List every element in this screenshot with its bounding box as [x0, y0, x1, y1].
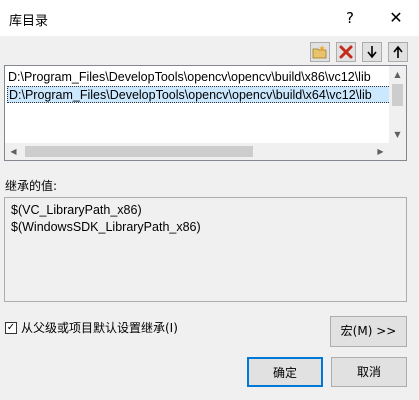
- move-down-button[interactable]: [362, 42, 382, 62]
- check-mark-icon: ✓: [6, 321, 16, 333]
- directory-list[interactable]: D:\Program_Files\DevelopTools\opencv\ope…: [4, 65, 407, 161]
- move-up-button[interactable]: [388, 42, 408, 62]
- inherit-checkbox-label[interactable]: 从父级或项目默认设置继承(I): [21, 319, 178, 336]
- close-button[interactable]: ✕: [383, 6, 409, 30]
- inherited-value: $(WindowsSDK_LibraryPath_x86): [11, 220, 201, 234]
- inherit-option[interactable]: ✓ 从父级或项目默认设置继承(I): [5, 319, 178, 336]
- scroll-up-icon[interactable]: ▲: [389, 66, 406, 83]
- ok-button[interactable]: 确定: [247, 357, 323, 387]
- scroll-left-icon[interactable]: ◀: [5, 143, 22, 160]
- horizontal-scrollbar[interactable]: ◀ ▶: [5, 143, 389, 160]
- vertical-scroll-thumb[interactable]: [392, 84, 403, 106]
- list-item[interactable]: D:\Program_Files\DevelopTools\opencv\ope…: [8, 69, 371, 86]
- window-title: 库目录: [9, 14, 49, 29]
- inherit-checkbox[interactable]: ✓: [5, 321, 17, 334]
- help-button[interactable]: ?: [338, 6, 362, 30]
- arrow-down-icon: [367, 46, 377, 59]
- list-item-selected[interactable]: D:\Program_Files\DevelopTools\opencv\ope…: [7, 86, 391, 103]
- arrow-up-icon: [393, 45, 403, 58]
- inherited-values-label: 继承的值:: [5, 179, 58, 193]
- scroll-down-icon[interactable]: ▼: [389, 126, 406, 143]
- inherited-value: $(VC_LibraryPath_x86): [11, 203, 142, 217]
- new-line-button[interactable]: [310, 42, 330, 62]
- cancel-button[interactable]: 取消: [331, 357, 407, 387]
- title-bar: 库目录 ? ✕: [0, 0, 419, 36]
- macros-button[interactable]: 宏(M) >>: [330, 316, 407, 347]
- vertical-scrollbar[interactable]: ▲ ▼: [389, 66, 406, 143]
- inherited-values-box: $(VC_LibraryPath_x86) $(WindowsSDK_Libra…: [4, 197, 407, 302]
- delete-x-icon: [339, 45, 353, 59]
- delete-line-button[interactable]: [336, 42, 356, 62]
- scroll-corner: [389, 143, 406, 160]
- new-folder-icon: [312, 45, 327, 59]
- scroll-right-icon[interactable]: ▶: [372, 143, 389, 160]
- horizontal-scroll-thumb[interactable]: [25, 146, 253, 157]
